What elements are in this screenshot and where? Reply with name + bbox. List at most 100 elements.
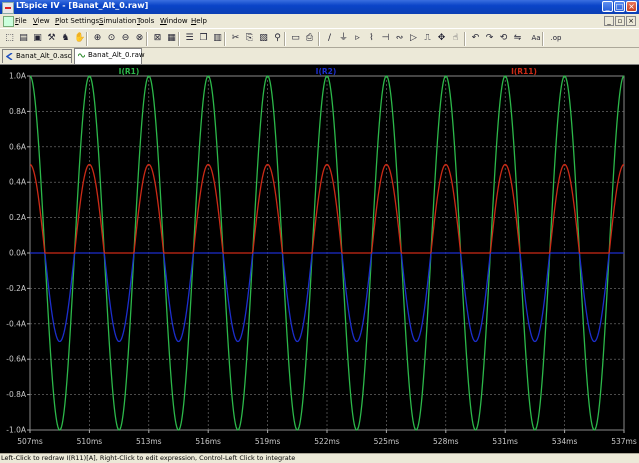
tab-label: Banat_Alt_0.raw (88, 51, 145, 59)
y-tick-label: 0.2A (9, 213, 27, 222)
waveform-icon (78, 53, 85, 58)
y-tick-label: 1.0A (9, 72, 27, 81)
print-icon[interactable]: ⎙ (304, 33, 315, 44)
diode-icon[interactable]: ▷ (408, 33, 419, 44)
toolbar-separator (284, 32, 286, 46)
maximize-button[interactable]: □ (614, 1, 625, 12)
toolbar-separator (318, 32, 320, 46)
legend-item-ir2[interactable]: I(R2) (316, 67, 337, 76)
halt-icon[interactable]: ✋ (74, 33, 85, 44)
close-button[interactable]: × (626, 1, 637, 12)
component-icon[interactable]: ⎍ (422, 33, 433, 44)
x-tick-label: 537ms (611, 437, 637, 446)
capacitor-icon[interactable]: ⊣ (380, 33, 391, 44)
minimize-button[interactable]: _ (602, 1, 613, 12)
tile-horizontal-icon[interactable]: ☰ (184, 33, 195, 44)
mirror-icon[interactable]: ⇋ (512, 33, 523, 44)
ltspice-app-icon (2, 2, 14, 14)
toolbar-separator (224, 32, 226, 46)
mdi-minimize-button[interactable]: _ (604, 16, 614, 26)
legend-item-ir1[interactable]: I(R1) (119, 67, 140, 76)
title-bar: LTspice IV - [Banat_Alt_0.raw] _ □ × (0, 0, 639, 14)
document-tab-bar: Banat_Alt_0.asc Banat_Alt_0.raw (0, 48, 639, 65)
y-axis-ticks: 1.0A 0.8A 0.6A 0.4A 0.2A 0.0A -0.2A -0.4A -0.6A -… (6, 72, 30, 435)
y-tick-label: 0.8A (9, 107, 27, 116)
x-tick-label: 516ms (195, 437, 221, 446)
zoom-out-icon[interactable]: ⊖ (120, 33, 131, 44)
document-icon[interactable] (3, 16, 14, 27)
ground-icon[interactable]: ⏚ (338, 33, 349, 44)
y-tick-label: 0.0A (9, 249, 27, 258)
tile-vertical-icon[interactable]: ▥ (212, 33, 223, 44)
waveform-plot-pane[interactable]: 1.0A 0.8A 0.6A 0.4A 0.2A 0.0A -0.2A -0.4A -0.6A -… (0, 65, 639, 453)
zoom-full-icon[interactable]: ⊗ (134, 33, 145, 44)
y-tick-label: 0.4A (9, 178, 27, 187)
window-title: LTspice IV - [Banat_Alt_0.raw] (16, 1, 149, 10)
y-tick-label: -0.2A (6, 284, 27, 293)
y-tick-label: 0.6A (9, 142, 27, 151)
rotate-icon[interactable]: ⟲ (498, 33, 509, 44)
legend[interactable]: I(R1) I(R2) I(R11) (119, 67, 537, 76)
control-panel-icon[interactable]: ⚒ (46, 33, 57, 44)
menu-bar: File View Plot Settings Simulation Tools… (0, 14, 639, 28)
status-bar: Left-Click to redraw I(R11)[A], Right-Cl… (0, 453, 639, 463)
save-icon[interactable]: ▣ (32, 33, 43, 44)
menu-plot-settings[interactable]: Plot Settings (55, 17, 99, 25)
toolbar-separator (178, 32, 180, 46)
y-tick-label: -0.6A (6, 355, 27, 364)
spice-directive-icon[interactable]: .op (548, 33, 564, 44)
toolbar: ⬚ ▤ ▣ ⚒ ♞ ✋ ⊕ ⊙ ⊖ ⊗ ⊠ ▦ ☰ ❐ ▥ ✂ ⎘ ▧ ⚲ ▭ ⎙ ∕ ⏚ ▹ ⌇ ⊣ ∾ ▷ ⎍ ✥ ☝ ↶ ↷ ⟲ ⇋ Aa .op (0, 28, 639, 48)
mdi-close-button[interactable]: × (626, 16, 636, 26)
open-schematic-icon[interactable]: ⬚ (4, 33, 15, 44)
x-tick-label: 534ms (552, 437, 578, 446)
legend-item-ir11[interactable]: I(R11) (511, 67, 537, 76)
toolbar-separator (542, 32, 544, 46)
x-tick-label: 522ms (314, 437, 340, 446)
x-axis-ticks: 507ms 510ms 513ms 516ms 519ms 522ms 525ms 528ms… (17, 430, 637, 446)
menu-file[interactable]: File (15, 17, 27, 25)
toolbar-separator (146, 32, 148, 46)
wire-icon[interactable]: ∕ (324, 33, 335, 44)
menu-simulation[interactable]: Simulation (99, 17, 136, 25)
zoom-in-icon[interactable]: ⊕ (92, 33, 103, 44)
menu-tools[interactable]: Tools (137, 17, 154, 25)
undo-icon[interactable]: ↶ (470, 33, 481, 44)
x-tick-label: 531ms (492, 437, 518, 446)
status-text: Left-Click to redraw I(R11)[A], Right-Cl… (1, 454, 296, 462)
schematic-icon (6, 53, 13, 60)
toolbar-separator (86, 32, 88, 46)
move-icon[interactable]: ✥ (436, 33, 447, 44)
menu-help[interactable]: Help (191, 17, 207, 25)
run-icon[interactable]: ♞ (60, 33, 71, 44)
tab-waveform[interactable]: Banat_Alt_0.raw (74, 48, 145, 64)
redo-icon[interactable]: ↷ (484, 33, 495, 44)
y-tick-label: -1.0A (6, 426, 27, 435)
cascade-icon[interactable]: ❐ (198, 33, 209, 44)
menu-view[interactable]: View (33, 17, 50, 25)
mdi-restore-button[interactable]: ▫ (615, 16, 625, 26)
tab-schematic[interactable]: Banat_Alt_0.asc (2, 49, 72, 63)
inductor-icon[interactable]: ∾ (394, 33, 405, 44)
y-tick-label: -0.8A (6, 390, 27, 399)
toolbar-separator (464, 32, 466, 46)
ruler-icon[interactable]: ▦ (166, 33, 177, 44)
cut-icon[interactable]: ✂ (230, 33, 241, 44)
tab-label: Banat_Alt_0.asc (16, 52, 72, 60)
drag-icon[interactable]: ☝ (450, 33, 461, 44)
x-tick-label: 525ms (374, 437, 400, 446)
x-tick-label: 519ms (255, 437, 281, 446)
label-net-icon[interactable]: ▹ (352, 33, 363, 44)
copy-icon[interactable]: ⎘ (244, 33, 255, 44)
resistor-icon[interactable]: ⌇ (366, 33, 377, 44)
x-tick-label: 528ms (433, 437, 459, 446)
autorange-icon[interactable]: ⊠ (152, 33, 163, 44)
open-file-icon[interactable]: ▤ (18, 33, 29, 44)
find-icon[interactable]: ⚲ (272, 33, 283, 44)
x-tick-label: 507ms (17, 437, 43, 446)
paste-icon[interactable]: ▧ (258, 33, 269, 44)
waveform-chart[interactable]: 1.0A 0.8A 0.6A 0.4A 0.2A 0.0A -0.2A -0.4A -0.6A -… (0, 65, 639, 453)
menu-window[interactable]: Window (160, 17, 188, 25)
print-preview-icon[interactable]: ▭ (290, 33, 301, 44)
zoom-area-icon[interactable]: ⊙ (106, 33, 117, 44)
y-tick-label: -0.4A (6, 319, 27, 328)
